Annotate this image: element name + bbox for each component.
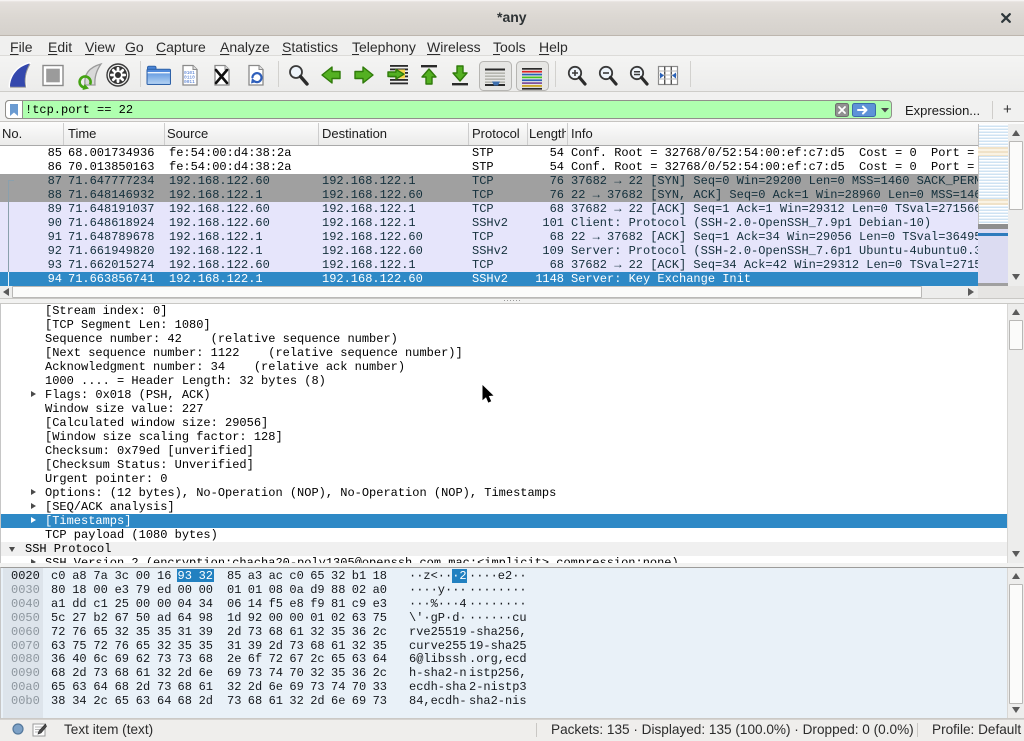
svg-text:0011: 0011: [184, 79, 195, 85]
